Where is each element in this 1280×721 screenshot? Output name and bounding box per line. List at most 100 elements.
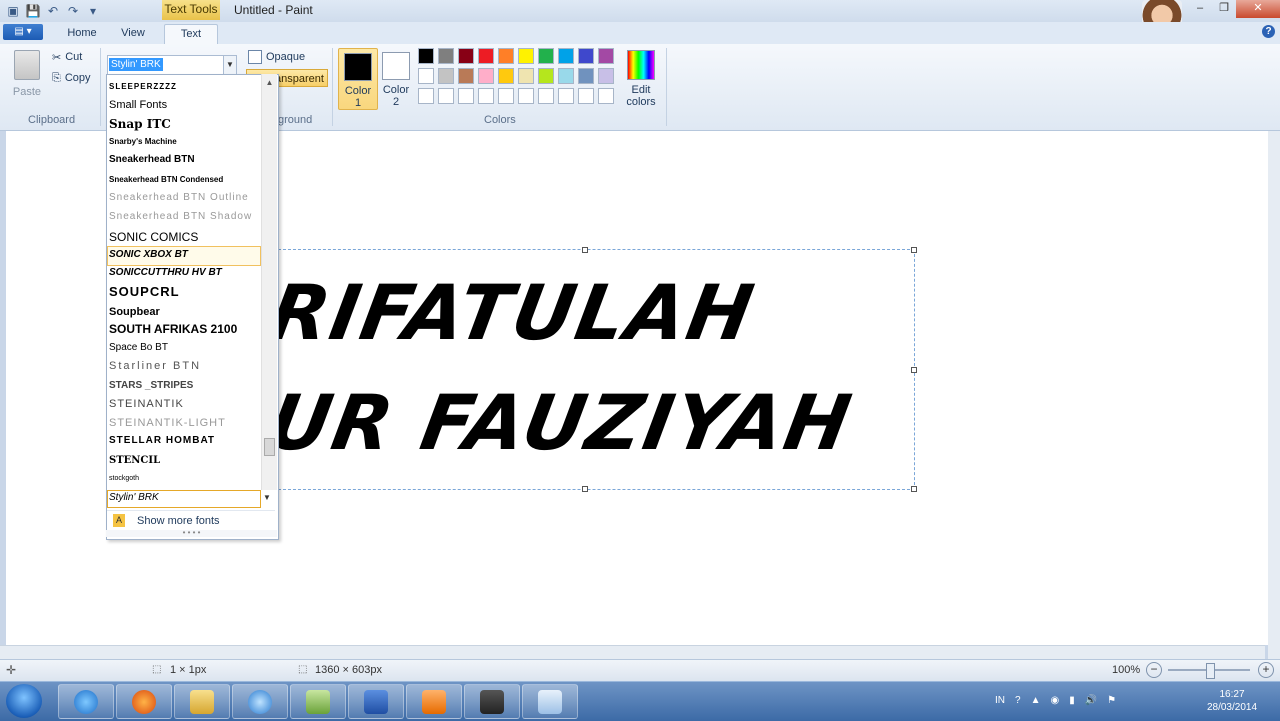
taskbar-media[interactable] (406, 684, 462, 719)
font-item[interactable]: STARS _STRIPES (109, 377, 259, 395)
color1-button[interactable]: Color 1 (338, 48, 378, 110)
palette-swatch[interactable] (458, 68, 474, 84)
redo-icon[interactable]: ↷ (64, 2, 82, 20)
taskbar-word[interactable] (348, 684, 404, 719)
show-more-fonts-button[interactable]: A Show more fonts (107, 510, 275, 530)
palette-swatch[interactable] (578, 88, 594, 104)
palette-swatch[interactable] (538, 68, 554, 84)
edit-colors-button[interactable]: Edit colors (622, 48, 660, 108)
font-item[interactable]: Snarby's Machine (109, 133, 259, 151)
palette-swatch[interactable] (458, 88, 474, 104)
restore-button[interactable]: ❐ (1212, 0, 1236, 18)
palette-swatch[interactable] (418, 48, 434, 64)
font-item[interactable]: SONIC XBOX BT (109, 246, 259, 264)
palette-swatch[interactable] (438, 88, 454, 104)
font-list-scroll-thumb[interactable] (264, 438, 275, 456)
chevron-down-icon[interactable]: ▼ (263, 493, 271, 502)
battery-icon[interactable]: ▮ (1069, 695, 1075, 706)
font-item[interactable]: STEINANTIK-LIGHT (109, 414, 259, 432)
font-item[interactable]: Snap ITC (109, 115, 259, 133)
palette-swatch[interactable] (478, 48, 494, 64)
vertical-scrollbar[interactable] (1268, 131, 1280, 659)
help-tray-icon[interactable]: ? (1015, 695, 1021, 706)
horizontal-scrollbar[interactable] (0, 645, 1265, 660)
color2-button[interactable]: Color 2 (377, 48, 415, 108)
copy-button[interactable]: ⎘ Copy (52, 69, 91, 87)
tab-home[interactable]: Home (62, 24, 102, 44)
font-item[interactable]: STEINANTIK (109, 395, 259, 413)
paint-menu-button[interactable]: ▤ ▾ (3, 24, 43, 40)
taskbar-camera[interactable] (464, 684, 520, 719)
font-item[interactable]: Sneakerhead BTN (109, 151, 259, 169)
font-item[interactable]: SOUTH AFRIKAS 2100 (109, 320, 259, 338)
palette-swatch[interactable] (598, 68, 614, 84)
font-item[interactable]: SONIC COMICS (109, 228, 259, 246)
palette-swatch[interactable] (538, 48, 554, 64)
font-item[interactable]: Starliner BTN (109, 357, 259, 375)
minimize-button[interactable]: – (1188, 0, 1212, 18)
font-item[interactable]: SOUPCRL (109, 283, 259, 301)
taskbar-ie[interactable] (58, 684, 114, 719)
chevron-down-icon[interactable]: ▼ (223, 56, 236, 74)
font-item[interactable]: Sneakerhead BTN Shadow (109, 208, 259, 226)
font-item[interactable]: stockgoth (109, 470, 259, 488)
volume-icon[interactable]: 🔊 (1085, 695, 1097, 706)
undo-icon[interactable]: ↶ (44, 2, 62, 20)
close-button[interactable]: ✕ (1236, 0, 1280, 18)
palette-swatch[interactable] (418, 88, 434, 104)
taskbar-paint[interactable] (522, 684, 578, 719)
taskbar-network[interactable] (232, 684, 288, 719)
font-item[interactable]: Sneakerhead BTN Condensed (109, 171, 259, 189)
start-button[interactable] (6, 684, 42, 718)
dropdown-resize-grip[interactable]: • • • • (106, 529, 277, 537)
paste-button[interactable]: Paste (10, 48, 44, 110)
customize-qat-icon[interactable]: ▾ (84, 2, 102, 20)
tab-text[interactable]: Text (164, 24, 218, 45)
show-hidden-icons-icon[interactable]: ▲ (1031, 695, 1041, 706)
cut-button[interactable]: ✂ Cut (52, 48, 82, 66)
taskbar-explorer[interactable] (174, 684, 230, 719)
palette-swatch[interactable] (578, 48, 594, 64)
font-list-scrollbar[interactable]: ▲ (261, 74, 277, 490)
palette-swatch[interactable] (558, 88, 574, 104)
zoom-in-button[interactable]: + (1258, 662, 1274, 678)
palette-swatch[interactable] (498, 88, 514, 104)
opaque-button[interactable]: Opaque (248, 48, 305, 66)
font-item[interactable]: Sneakerhead BTN Outline (109, 189, 259, 207)
palette-swatch[interactable] (438, 68, 454, 84)
app-icon[interactable]: ▣ (4, 2, 22, 20)
font-item[interactable]: Soupbear (109, 303, 259, 321)
flag-icon[interactable]: ⚑ (1107, 695, 1116, 706)
network-tray-icon[interactable]: ◉ (1050, 695, 1059, 706)
palette-swatch[interactable] (598, 48, 614, 64)
font-item[interactable]: STELLAR HOMBAT (109, 432, 259, 450)
palette-swatch[interactable] (498, 48, 514, 64)
language-indicator[interactable]: IN (995, 695, 1005, 706)
font-item[interactable]: Space Bo BT (109, 339, 259, 357)
palette-swatch[interactable] (458, 48, 474, 64)
palette-swatch[interactable] (478, 68, 494, 84)
palette-swatch[interactable] (538, 88, 554, 104)
help-icon[interactable]: ? (1262, 25, 1275, 38)
taskbar-app[interactable] (290, 684, 346, 719)
font-item[interactable]: SLEEPERZZZZ (109, 78, 259, 96)
palette-swatch[interactable] (438, 48, 454, 64)
palette-swatch[interactable] (478, 88, 494, 104)
palette-swatch[interactable] (518, 48, 534, 64)
font-item[interactable]: SONICCUTTHRU HV BT (109, 264, 259, 282)
palette-swatch[interactable] (518, 68, 534, 84)
palette-swatch[interactable] (498, 68, 514, 84)
palette-swatch[interactable] (418, 68, 434, 84)
zoom-slider-thumb[interactable] (1206, 663, 1215, 679)
font-item[interactable]: Small Fonts (109, 96, 259, 114)
zoom-out-button[interactable]: − (1146, 662, 1162, 678)
save-icon[interactable]: 💾 (24, 2, 42, 20)
font-item[interactable]: STENCIL (109, 452, 259, 470)
taskbar-firefox[interactable] (116, 684, 172, 719)
palette-swatch[interactable] (558, 68, 574, 84)
palette-swatch[interactable] (518, 88, 534, 104)
palette-swatch[interactable] (578, 68, 594, 84)
palette-swatch[interactable] (598, 88, 614, 104)
clock[interactable]: 16:27 28/03/2014 (1192, 688, 1272, 714)
palette-swatch[interactable] (558, 48, 574, 64)
